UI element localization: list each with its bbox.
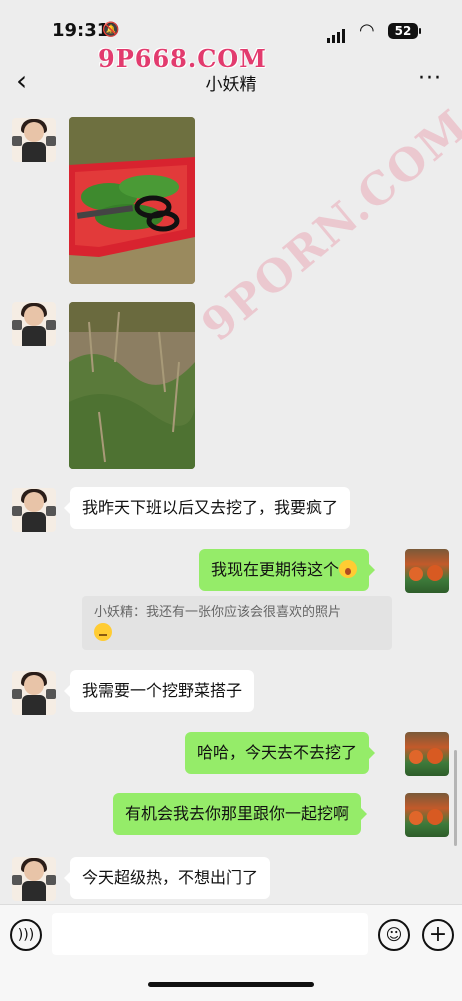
message-text: 有机会我去你那里跟你一起挖啊: [125, 804, 350, 823]
quoted-message[interactable]: 小妖精：我还有一张你应该会很喜欢的照片: [82, 596, 392, 650]
message-bubble-incoming[interactable]: 我昨天下班以后又去挖了，我要疯了: [63, 487, 351, 529]
message-text: 我需要一个挖野菜搭子: [82, 681, 243, 700]
self-avatar[interactable]: [405, 793, 449, 837]
watermark-overlay: 9PORN.COM: [192, 99, 462, 352]
voice-icon[interactable]: ))): [10, 919, 42, 951]
more-options-icon[interactable]: ···: [418, 66, 442, 91]
battery-icon: 52: [388, 23, 418, 39]
message-text: 我现在更期待这个: [211, 560, 340, 579]
scrollbar[interactable]: [454, 750, 457, 846]
message-bubble-outgoing[interactable]: 哈哈，今天去不去挖了: [185, 732, 376, 774]
mute-bell-icon: 🔕: [102, 22, 120, 38]
chat-header: ‹ 小妖精 ···: [0, 56, 462, 106]
message-bubble-outgoing[interactable]: 我现在更期待这个: [199, 549, 376, 591]
contact-avatar[interactable]: [12, 302, 56, 346]
chat-title: 小妖精: [205, 75, 257, 95]
signal-icon: [327, 24, 347, 43]
plus-icon[interactable]: +: [422, 919, 454, 951]
contact-avatar[interactable]: [12, 857, 56, 901]
self-avatar[interactable]: [405, 732, 449, 776]
contact-avatar[interactable]: [12, 118, 56, 162]
message-bubble-outgoing[interactable]: 有机会我去你那里跟你一起挖啊: [113, 793, 368, 835]
astonished-face-icon: [339, 560, 358, 578]
quoted-text: 小妖精：我还有一张你应该会很喜欢的照片: [94, 605, 342, 620]
image-message-basket[interactable]: [69, 117, 195, 284]
wifi-icon: ◠: [359, 20, 375, 41]
message-text: 今天超级热，不想出门了: [82, 868, 259, 887]
contact-avatar[interactable]: [12, 671, 56, 715]
home-indicator[interactable]: [148, 982, 314, 987]
image-message-grass[interactable]: [69, 302, 195, 469]
contact-avatar[interactable]: [12, 488, 56, 532]
message-text: 我昨天下班以后又去挖了，我要疯了: [82, 498, 339, 517]
message-bubble-incoming[interactable]: 我需要一个挖野菜搭子: [63, 670, 255, 712]
self-avatar[interactable]: [405, 549, 449, 593]
message-input[interactable]: [52, 913, 368, 955]
emoji-icon[interactable]: ☺: [378, 919, 410, 951]
thinking-face-icon: [94, 623, 112, 641]
battery-cap: [419, 28, 421, 34]
message-bubble-incoming[interactable]: 今天超级热，不想出门了: [63, 857, 271, 899]
message-text: 哈哈，今天去不去挖了: [197, 743, 358, 762]
status-time: 19:31: [52, 20, 110, 41]
